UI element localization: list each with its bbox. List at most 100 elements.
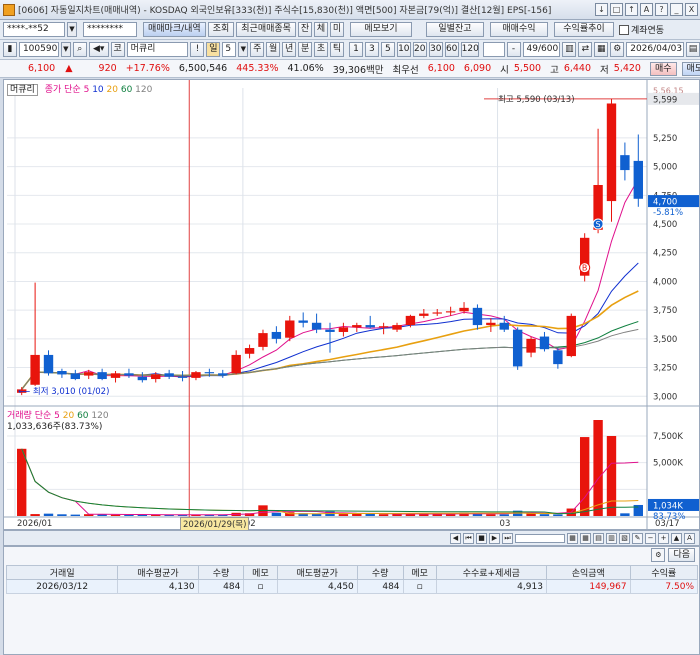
text-icon[interactable]: A: [684, 532, 695, 544]
shuffle-icon[interactable]: ⇄: [578, 42, 593, 57]
buy-signal-label: B: [582, 264, 588, 273]
tool5-icon[interactable]: ▧: [619, 532, 630, 544]
help-icon[interactable]: ?: [655, 3, 668, 16]
chart-type-icon[interactable]: ▮: [3, 42, 17, 57]
minute-button[interactable]: 분: [298, 42, 313, 57]
interval-20-button[interactable]: 20: [412, 42, 427, 57]
account-dropdown-icon[interactable]: ▼: [67, 22, 77, 37]
chart-panel[interactable]: BS5,2505,0004,7504,5004,2504,0003,7503,5…: [3, 79, 700, 531]
ma-label: 종가 단순: [44, 85, 81, 95]
buy-button[interactable]: 매수: [649, 61, 677, 76]
candle-body: [419, 313, 429, 316]
speaker-icon[interactable]: ◀▾: [88, 42, 109, 57]
bar-chart-icon[interactable]: ▥: [562, 42, 577, 57]
stock-type-icon[interactable]: 코: [110, 42, 125, 57]
settings-icon[interactable]: ⚙: [610, 42, 625, 57]
candle-body: [204, 372, 215, 374]
month-button[interactable]: 월: [266, 42, 281, 57]
candle-body: [271, 331, 282, 339]
tool6-icon[interactable]: ✎: [632, 532, 643, 544]
candle-body: [512, 329, 523, 367]
down-icon[interactable]: ↓: [595, 3, 608, 16]
zoom-in-icon[interactable]: +: [658, 532, 669, 544]
custom-interval-field[interactable]: [482, 42, 505, 57]
minus-icon[interactable]: -: [506, 42, 521, 57]
minimize-icon[interactable]: _: [670, 3, 683, 16]
interval-5-button[interactable]: 5: [380, 42, 395, 57]
play-icon[interactable]: ▶: [489, 532, 500, 544]
filled-button[interactable]: 체: [313, 22, 328, 37]
settings-icon[interactable]: ⚙: [651, 548, 666, 562]
return-trend-button[interactable]: 수익률추이: [553, 22, 614, 37]
account-field[interactable]: ****-**52: [3, 22, 65, 37]
count-field[interactable]: 49/600: [522, 42, 561, 57]
daily-balance-button[interactable]: 일별잔고: [425, 22, 484, 37]
next-button[interactable]: 다음: [668, 548, 695, 562]
search-icon[interactable]: ⌕: [72, 42, 87, 57]
table-row[interactable]: 2026/03/12 4,130 484 ▫ 4,450 484 ▫ 4,913…: [5, 579, 699, 594]
unfilled-button[interactable]: 미: [329, 22, 344, 37]
trade-table: 거래일 매수평균가 수량 메모 매도평균가 수량 메모 수수료+제세금 손익금액…: [5, 565, 699, 594]
buy-memo-icon[interactable]: ▫: [243, 579, 278, 594]
last-icon[interactable]: ⏭: [502, 532, 513, 544]
first-icon[interactable]: ⏮: [463, 532, 474, 544]
candle-body: [338, 327, 349, 332]
day-button[interactable]: 일: [206, 42, 221, 57]
up-icon[interactable]: ↑: [625, 3, 638, 16]
current-pct: -5.81%: [653, 208, 683, 218]
interval-1-button[interactable]: 1: [348, 42, 363, 57]
restore-icon[interactable]: □: [610, 3, 623, 16]
candle-body: [311, 322, 322, 330]
interval-3-button[interactable]: 3: [364, 42, 379, 57]
balance-button[interactable]: 잔: [297, 22, 312, 37]
arrow-up-icon[interactable]: ▲: [671, 532, 682, 544]
zoom-out-icon[interactable]: −: [645, 532, 656, 544]
candle-body: [218, 373, 228, 376]
y-tick-label: 4,500: [653, 220, 677, 230]
tool1-icon[interactable]: ▦: [567, 532, 578, 544]
recent-stocks-button[interactable]: 최근매매종목: [236, 22, 296, 37]
sell-memo-icon[interactable]: ▫: [402, 579, 437, 594]
second-button[interactable]: 초: [314, 42, 329, 57]
candlestick-chart[interactable]: BS5,2505,0004,7504,5004,2504,0003,7503,5…: [4, 80, 699, 529]
vol-tick-label: 7,500K: [653, 432, 683, 442]
col-date: 거래일: [5, 565, 119, 580]
vol-ma-line-40: [21, 448, 639, 515]
tick-button[interactable]: 틱: [330, 42, 344, 57]
password-field[interactable]: ********: [83, 22, 137, 37]
ma-line-5: [21, 178, 639, 390]
period-dropdown-icon[interactable]: ▼: [238, 42, 249, 57]
tool2-icon[interactable]: ▦: [580, 532, 591, 544]
year-button[interactable]: 년: [282, 42, 297, 57]
interval-30-button[interactable]: 30: [428, 42, 443, 57]
interval-120-button[interactable]: 120: [460, 42, 479, 57]
interval-60-button[interactable]: 60: [444, 42, 459, 57]
ma20-label: 20: [106, 85, 118, 95]
interval-10-button[interactable]: 10: [396, 42, 411, 57]
col-buy-avg: 매수평균가: [117, 565, 199, 580]
alert-icon[interactable]: !: [190, 42, 205, 57]
candle-body: [231, 354, 241, 374]
trade-profit-button[interactable]: 매매수익: [489, 22, 548, 37]
account-link-checkbox[interactable]: 계좌연동: [618, 23, 664, 36]
tool4-icon[interactable]: ▥: [606, 532, 617, 544]
font-icon[interactable]: A: [640, 3, 653, 16]
stop-icon[interactable]: ■: [476, 532, 487, 544]
trade-mark-button[interactable]: 매매마크/내역: [143, 22, 206, 37]
stock-name-field[interactable]: 머큐리: [126, 42, 189, 57]
stock-code-dropdown-icon[interactable]: ▼: [60, 42, 71, 57]
close-icon[interactable]: X: [685, 3, 698, 16]
memo-view-button[interactable]: 메모보기: [349, 22, 412, 37]
stock-code-field[interactable]: 100590: [18, 42, 59, 57]
week-button[interactable]: 주: [250, 42, 265, 57]
x-axis-label: 2026/01: [17, 519, 52, 529]
scroll-left-icon[interactable]: ◀: [450, 532, 461, 544]
calendar-icon[interactable]: ▤: [686, 42, 700, 57]
scroll-slider[interactable]: [515, 533, 565, 543]
date-field[interactable]: 2026/04/03: [626, 42, 685, 57]
query-button[interactable]: 조회: [207, 22, 235, 37]
period-num-field[interactable]: 5: [222, 42, 237, 57]
sell-button[interactable]: 매도: [681, 61, 700, 76]
tool3-icon[interactable]: ▤: [593, 532, 604, 544]
paint-icon[interactable]: ▦: [594, 42, 609, 57]
